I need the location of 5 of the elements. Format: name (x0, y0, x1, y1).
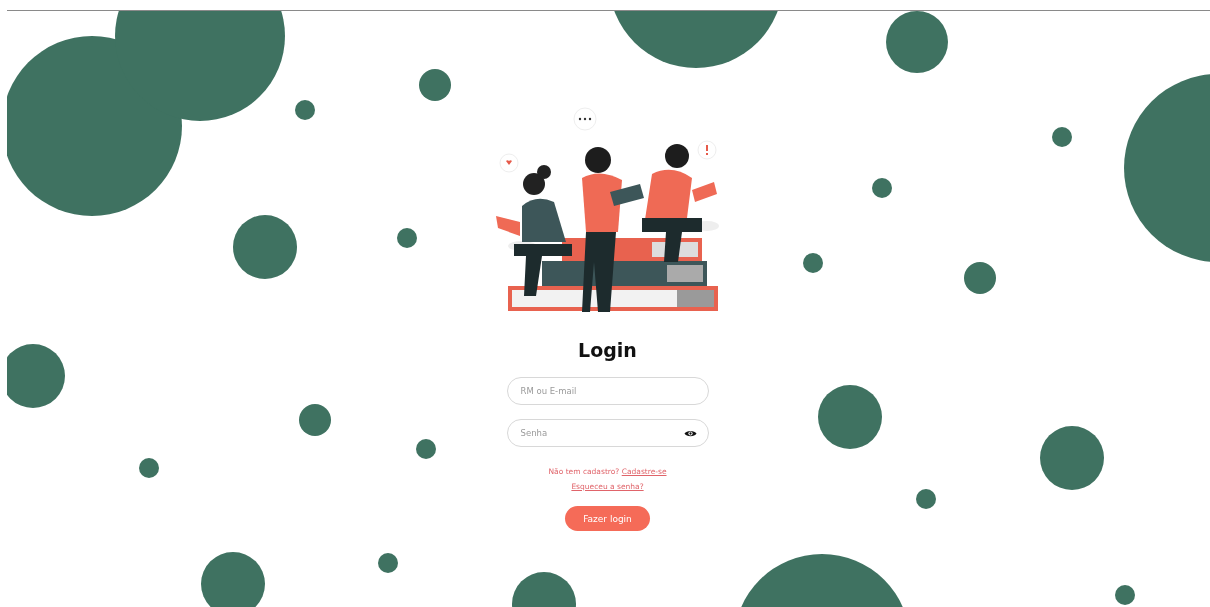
login-field[interactable]: RM ou E-mail (506, 377, 709, 405)
login-button[interactable]: Fazer login (565, 506, 650, 531)
password-field[interactable]: Senha (506, 419, 709, 447)
eye-icon[interactable] (683, 428, 697, 438)
login-title: Login (578, 339, 637, 361)
